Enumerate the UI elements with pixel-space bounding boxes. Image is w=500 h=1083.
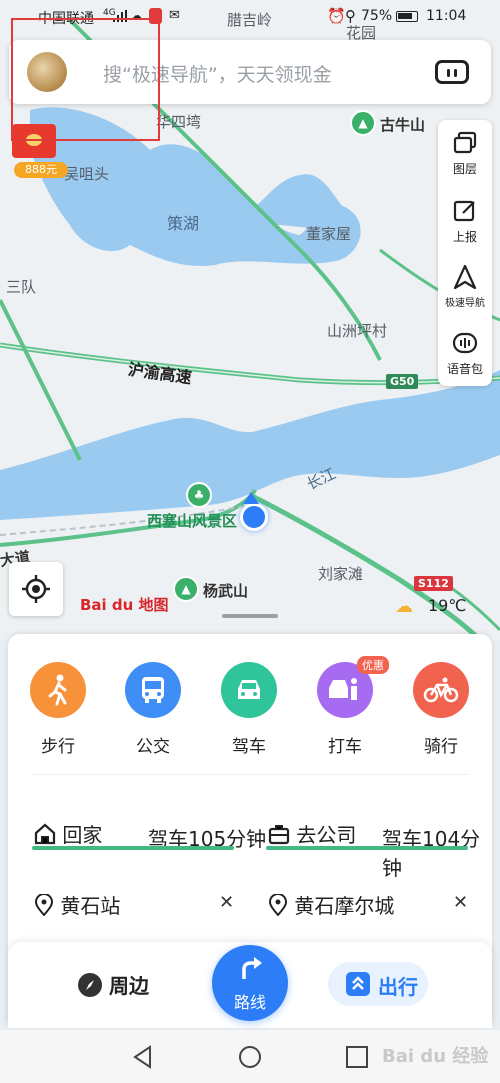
voice-assistant-icon[interactable] [435, 60, 469, 84]
compass-icon [78, 973, 102, 997]
home-underline [32, 846, 234, 850]
baidu-map-logo: Bai du 地图 [80, 596, 169, 614]
locate-button[interactable] [9, 562, 63, 616]
work-eta: 驾车104分钟 [382, 827, 481, 880]
tab-nearby-label: 周边 [108, 974, 149, 998]
layers-label: 图层 [452, 162, 477, 176]
walk-icon [30, 662, 86, 718]
location-pin-icon [34, 893, 54, 917]
place-label: 吴咀头 [64, 165, 110, 183]
tab-nearby[interactable]: 周边 [78, 970, 149, 999]
lake-label: 策湖 [167, 214, 200, 233]
work-label: 去公司 [296, 823, 357, 847]
heading-arrow-icon [243, 492, 259, 504]
route-button[interactable]: 路线 [212, 945, 288, 1021]
place-label: 三队 [6, 278, 37, 296]
location-pin-icon [268, 893, 288, 917]
mode-label: 驾车 [232, 737, 266, 757]
current-location-marker [240, 503, 268, 531]
home-nav-icon[interactable] [237, 1044, 263, 1070]
mode-bus[interactable]: 公交 [125, 662, 181, 757]
promo-amount-badge[interactable]: 888元 [14, 162, 68, 178]
recent-label: 黄石摩尔城 [294, 894, 395, 918]
remove-recent-button[interactable]: ✕ [219, 892, 234, 913]
tab-travel-label: 出行 [378, 975, 418, 999]
fast-nav-label: 极速导航 [445, 298, 485, 309]
mode-bike[interactable]: 骑行 [413, 662, 469, 757]
mode-label: 步行 [41, 737, 75, 757]
mode-label: 骑行 [424, 737, 458, 757]
mode-walk[interactable]: 步行 [30, 662, 86, 757]
battery-percent: 75% [361, 8, 393, 24]
system-nav-bar: Bai du 经验 [0, 1030, 500, 1083]
place-label: 刘家滩 [318, 565, 364, 583]
travel-icon [346, 972, 370, 996]
watermark: Bai du 经验 [382, 1046, 489, 1067]
route-label: 路线 [233, 993, 266, 1012]
weather-sun-icon: ☁ [395, 596, 413, 617]
poi-label[interactable]: 古牛山 [380, 114, 425, 135]
briefcase-icon [268, 823, 290, 845]
place-label: 董家屋 [306, 225, 352, 243]
voice-pack-button[interactable]: 语音包 [438, 330, 492, 377]
road-shield: S112 [414, 576, 453, 591]
wechat-icon: ✉ [169, 8, 180, 23]
drag-handle[interactable] [222, 614, 278, 618]
back-icon[interactable] [130, 1044, 156, 1070]
bike-icon [413, 662, 469, 718]
poi-label[interactable]: 西塞山风景区 [147, 510, 237, 531]
recent-item[interactable]: 黄石摩尔城 [268, 890, 394, 919]
fast-nav-button[interactable]: 极速导航 [438, 264, 492, 309]
tab-travel[interactable]: 出行 [328, 962, 428, 1006]
mountain-poi-icon[interactable]: ▲ [173, 576, 199, 602]
mode-label: 公交 [136, 737, 170, 757]
alarm-icon: ⏰ [327, 7, 346, 25]
place-label: 山洲坪村 [327, 322, 388, 340]
promo-badge: 优惠 [357, 656, 389, 674]
report-label: 上报 [452, 230, 477, 244]
home-icon [34, 823, 56, 845]
highway-shield: G50 [386, 374, 419, 389]
layers-button[interactable]: 图层 [438, 130, 492, 177]
recent-item[interactable]: 黄石站 [34, 890, 120, 919]
report-button[interactable]: 上报 [438, 198, 492, 245]
location-icon: ⚲ [345, 7, 356, 25]
remove-recent-button[interactable]: ✕ [453, 892, 468, 913]
poi-label[interactable]: 杨武山 [203, 580, 248, 601]
highlight-box [11, 18, 160, 141]
bus-icon [125, 662, 181, 718]
edit-icon [452, 198, 478, 224]
go-work-button[interactable]: 去公司 [268, 819, 356, 848]
voice-pack-icon [452, 330, 478, 356]
scenic-poi-icon[interactable]: ♣ [186, 482, 212, 508]
navigation-arrow-icon [452, 264, 478, 290]
map-tools-panel: 图层 上报 极速导航 语音包 [438, 120, 492, 386]
go-home-button[interactable]: 回家 [34, 819, 102, 848]
place-label: 华四塆 [156, 113, 202, 131]
work-underline [266, 846, 468, 850]
recent-label: 黄石站 [60, 894, 121, 918]
battery-icon [396, 11, 418, 22]
mode-drive[interactable]: 驾车 [221, 662, 277, 757]
weather-temp[interactable]: 19℃ [428, 596, 466, 615]
mode-taxi[interactable]: 优惠 打车 [317, 656, 389, 757]
recents-icon[interactable] [344, 1044, 370, 1070]
crosshair-icon [22, 575, 50, 603]
clock-time: 11:04 [426, 8, 467, 24]
layers-icon [452, 130, 478, 156]
turn-arrow-icon [242, 957, 262, 979]
mountain-poi-icon[interactable]: ▲ [350, 110, 376, 136]
car-icon [221, 662, 277, 718]
home-label: 回家 [62, 823, 103, 847]
mode-label: 打车 [328, 737, 362, 757]
voice-pack-label: 语音包 [446, 362, 483, 376]
